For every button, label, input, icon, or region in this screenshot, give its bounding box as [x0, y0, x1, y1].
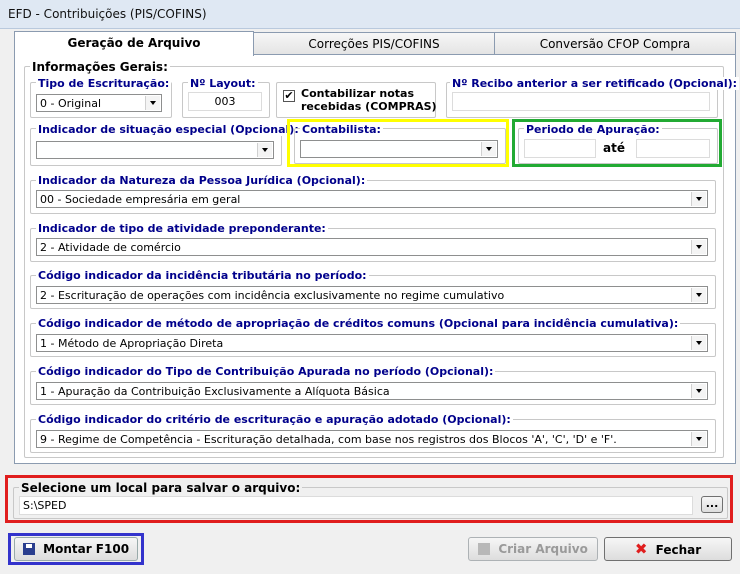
- periodo-label: Periodo de Apuração:: [524, 123, 662, 136]
- criar-arquivo-button[interactable]: Criar Arquivo: [468, 537, 598, 561]
- tipo-escrituracao-label: Tipo de Escrituração:: [36, 77, 172, 90]
- chevron-down-icon: [145, 96, 160, 110]
- contribuicao-label: Código indicador do Tipo de Contribuição…: [36, 365, 496, 378]
- natureza-select[interactable]: 00 - Sociedade empresária em geral: [36, 190, 708, 208]
- tab-conversao-cfop-compra[interactable]: Conversão CFOP Compra: [494, 32, 736, 55]
- general-info-label: Informações Gerais:: [30, 60, 170, 74]
- criterio-select[interactable]: 9 - Regime de Competência - Escrituração…: [36, 430, 708, 448]
- incidencia-label: Código indicador da incidência tributári…: [36, 269, 369, 282]
- tipo-escrituracao-select[interactable]: 0 - Original: [36, 94, 162, 112]
- title-bar: EFD - Contribuições (PIS/COFINS): [0, 0, 740, 29]
- floppy-disk-icon: [22, 543, 35, 555]
- chevron-down-icon: [691, 288, 706, 302]
- tab-geracao-arquivo[interactable]: Geração de Arquivo: [14, 31, 254, 56]
- contabilista-select[interactable]: [300, 140, 498, 158]
- layout-label: Nº Layout:: [188, 77, 258, 90]
- situacao-especial-select[interactable]: [36, 141, 274, 159]
- window-title: EFD - Contribuições (PIS/COFINS): [8, 7, 207, 21]
- metodo-select[interactable]: 1 - Método de Apropriação Direta: [36, 334, 708, 352]
- situacao-especial-label: Indicador de situação especial (Opcional…: [36, 123, 301, 136]
- chevron-down-icon: [691, 192, 706, 206]
- montar-f100-button[interactable]: Montar F100: [14, 537, 138, 561]
- save-path-input[interactable]: S:\SPED: [19, 496, 693, 515]
- chevron-down-icon: [691, 384, 706, 398]
- periodo-end-input[interactable]: [636, 139, 710, 158]
- contribuicao-select[interactable]: 1 - Apuração da Contribuição Exclusivame…: [36, 382, 708, 400]
- chevron-down-icon: [691, 432, 706, 446]
- atividade-select[interactable]: 2 - Atividade de comércio: [36, 238, 708, 256]
- save-label: Selecione um local para salvar o arquivo…: [19, 481, 303, 495]
- browse-button[interactable]: ...: [701, 496, 723, 513]
- contabilista-label: Contabilista:: [300, 123, 383, 136]
- incidencia-select[interactable]: 2 - Escrituração de operações com incidê…: [36, 286, 708, 304]
- layout-input[interactable]: 003: [188, 92, 262, 111]
- chevron-down-icon: [691, 240, 706, 254]
- periodo-separator: até: [603, 141, 625, 155]
- chevron-down-icon: [691, 336, 706, 350]
- contabilizar-label-1: Contabilizar notas: [301, 87, 415, 100]
- atividade-label: Indicador de tipo de atividade preponder…: [36, 222, 328, 235]
- chevron-down-icon: [481, 142, 496, 156]
- fechar-button[interactable]: ✖ Fechar: [604, 537, 732, 561]
- contabilizar-checkbox[interactable]: ✔: [283, 90, 295, 102]
- periodo-start-input[interactable]: [524, 139, 596, 158]
- tab-correcoes-pis-cofins[interactable]: Correções PIS/COFINS: [253, 32, 495, 55]
- criterio-label: Código indicador do critério de escritur…: [36, 413, 513, 426]
- contabilizar-label-2: recebidas (COMPRAS): [301, 100, 437, 113]
- recibo-label: Nº Recibo anterior a ser retificado (Opc…: [450, 77, 740, 90]
- recibo-input[interactable]: [452, 92, 710, 111]
- chevron-down-icon: [257, 143, 272, 157]
- metodo-label: Código indicador de método de apropriaçã…: [36, 317, 681, 330]
- close-icon: ✖: [634, 540, 648, 558]
- natureza-label: Indicador da Natureza da Pessoa Jurídica…: [36, 174, 368, 187]
- save-icon: [478, 543, 491, 555]
